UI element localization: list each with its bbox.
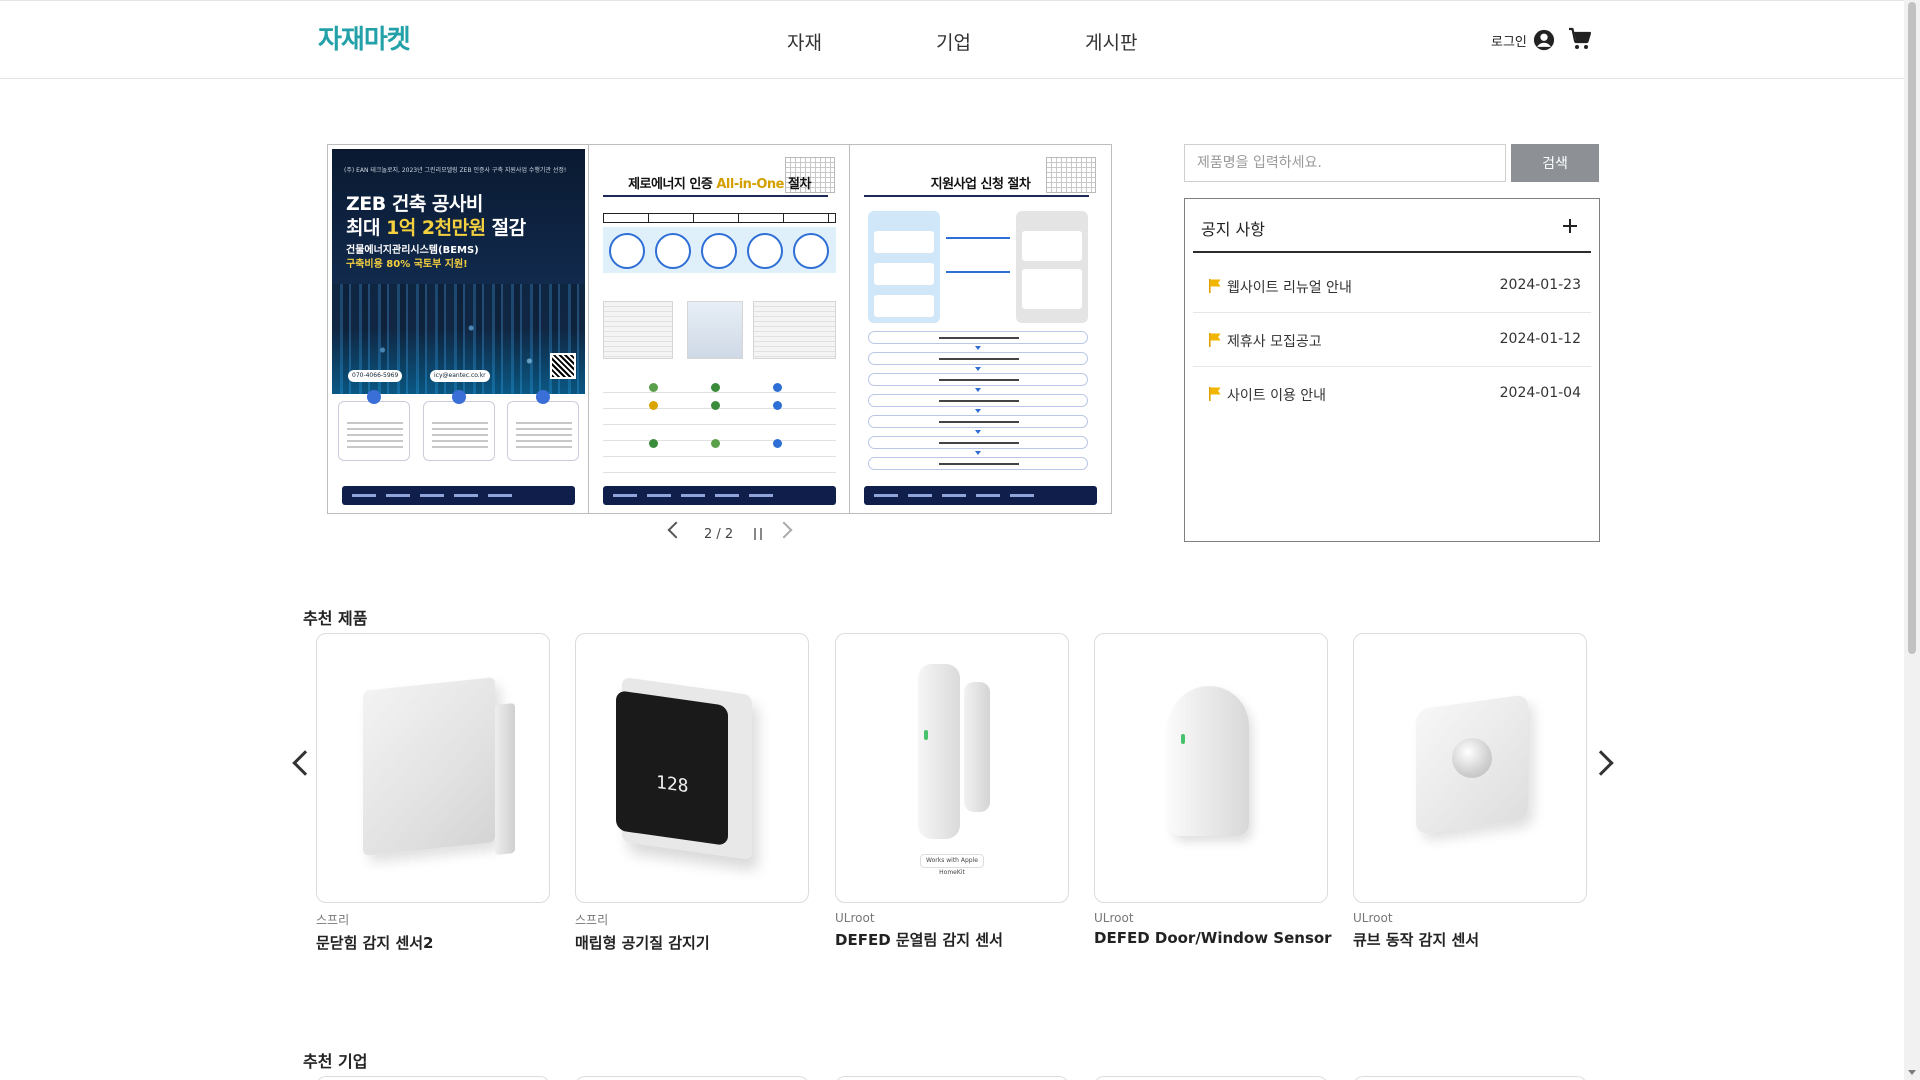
banner-poster-support-procedure[interactable]: 지원사업 신청 절차 xyxy=(850,145,1111,513)
poster-agency-box xyxy=(1016,211,1088,323)
scroll-down-arrow[interactable] xyxy=(1908,1070,1916,1075)
site-header: 자재마켓 자재 기업 게시판 로그인 xyxy=(0,0,1904,79)
product-card[interactable]: Works with Apple HomeKit ULroot DEFED 문열… xyxy=(835,633,1069,950)
product-card[interactable]: ULroot DEFED Door/Window Sensor xyxy=(1094,633,1332,947)
product-card[interactable]: 128 스프리 매립형 공기질 감지기 xyxy=(575,633,809,953)
product-image: Works with Apple HomeKit xyxy=(835,633,1069,903)
notice-panel: 공지 사항 웹사이트 리뉴얼 안내 2024-01-23 제휴사 모집공고 20… xyxy=(1184,198,1600,542)
product-image xyxy=(316,633,550,903)
banner-poster-zero-energy[interactable]: 제로에너지 인증 All-in-One 절차 xyxy=(589,145,850,513)
login-link[interactable]: 로그인 xyxy=(1491,31,1527,50)
user-circle-icon[interactable] xyxy=(1533,29,1555,51)
cart-icon[interactable] xyxy=(1568,27,1592,51)
product-card[interactable]: 스프리 문닫힘 감지 센서2 xyxy=(316,633,550,953)
page-scrollbar[interactable] xyxy=(1904,0,1920,1080)
product-image xyxy=(1094,633,1328,903)
product-name: 큐브 동작 감지 센서 xyxy=(1353,931,1480,949)
product-brand: 스프리 xyxy=(316,913,350,927)
product-name: 문닫힘 감지 센서2 xyxy=(316,934,434,952)
poster-footer-logos xyxy=(864,486,1097,505)
recommended-products-title: 추천 제품 xyxy=(303,609,368,628)
homekit-badge: Works with Apple HomeKit xyxy=(920,854,984,876)
nav-materials[interactable]: 자재 xyxy=(787,28,822,55)
poster-feature-cards xyxy=(338,390,579,461)
poster-footer-logos xyxy=(603,486,836,505)
poster-title: 지원사업 신청 절차 xyxy=(930,177,1031,192)
product-card[interactable]: ULroot 큐브 동작 감지 센서 xyxy=(1353,633,1587,950)
company-card[interactable] xyxy=(1353,1076,1587,1080)
notice-item[interactable]: 사이트 이용 안내 2024-01-04 xyxy=(1193,367,1591,421)
banner-next-button[interactable] xyxy=(775,521,793,539)
banner-carousel[interactable]: (주) EAN 테크놀로지, 2023년 그린리모델링 ZEB 인증사 구축 지… xyxy=(327,144,1112,514)
qr-code-icon xyxy=(550,353,576,379)
poster-screens xyxy=(603,301,836,361)
nav-board[interactable]: 게시판 xyxy=(1085,28,1137,55)
plus-icon[interactable] xyxy=(1563,219,1577,233)
poster-step-circles xyxy=(603,227,836,273)
poster-small-caption: (주) EAN 테크놀로지, 2023년 그린리모델링 ZEB 인증사 구축 지… xyxy=(344,167,567,174)
product-brand: 스프리 xyxy=(575,913,609,927)
poster-phone: 070-4066-5969 xyxy=(348,370,403,382)
product-brand: ULroot xyxy=(835,911,875,925)
notice-item[interactable]: 웹사이트 리뉴얼 안내 2024-01-23 xyxy=(1193,259,1591,313)
nav-companies[interactable]: 기업 xyxy=(936,28,971,55)
company-card[interactable] xyxy=(835,1076,1069,1080)
poster-sub-1: 건물에너지관리시스템(BEMS) xyxy=(346,245,479,256)
poster-email: icy@eantec.co.kr xyxy=(430,370,490,382)
company-card[interactable] xyxy=(1094,1076,1328,1080)
scrollbar-thumb[interactable] xyxy=(1908,2,1916,654)
search-button[interactable]: 검색 xyxy=(1511,144,1599,182)
flag-icon xyxy=(1209,279,1221,293)
notice-item[interactable]: 제휴사 모집공고 2024-01-12 xyxy=(1193,313,1591,367)
notice-title: 공지 사항 xyxy=(1201,220,1265,239)
poster-process-tabs xyxy=(603,213,836,223)
products-next-button[interactable] xyxy=(1588,750,1614,776)
banner-poster-zeb[interactable]: (주) EAN 테크놀로지, 2023년 그린리모델링 ZEB 인증사 구축 지… xyxy=(328,145,589,513)
product-name: DEFED 문열림 감지 센서 xyxy=(835,931,1003,949)
product-image: 128 xyxy=(575,633,809,903)
flag-icon xyxy=(1209,387,1221,401)
product-search-input[interactable] xyxy=(1184,144,1506,182)
poster-applicant-box xyxy=(868,211,940,323)
air-quality-display: 128 xyxy=(656,771,689,798)
poster-title: 제로에너지 인증 All-in-One 절차 xyxy=(628,177,811,192)
company-card[interactable] xyxy=(316,1076,550,1080)
product-brand: ULroot xyxy=(1094,911,1134,925)
site-logo[interactable]: 자재마켓 xyxy=(318,19,411,56)
recommended-companies-title: 추천 기업 xyxy=(303,1052,368,1071)
products-prev-button[interactable] xyxy=(292,750,318,776)
flag-icon xyxy=(1209,333,1221,347)
product-name: DEFED Door/Window Sensor xyxy=(1094,929,1332,947)
poster-headline-2: 최대 1억 2천만원 절감 xyxy=(346,217,526,239)
product-brand: ULroot xyxy=(1353,911,1393,925)
poster-night-city xyxy=(332,149,585,394)
banner-pause-button[interactable] xyxy=(754,528,762,540)
poster-sub-2: 구축비용 80% 국토부 지원! xyxy=(346,259,468,270)
banner-page-counter: 2 / 2 xyxy=(704,527,734,542)
product-name: 매립형 공기질 감지기 xyxy=(575,934,710,952)
company-card[interactable] xyxy=(575,1076,809,1080)
poster-footer-logos xyxy=(342,486,575,505)
product-image xyxy=(1353,633,1587,903)
poster-headline: ZEB 건축 공사비 xyxy=(346,193,483,215)
banner-prev-button[interactable] xyxy=(667,521,685,539)
poster-feature-grid xyxy=(603,377,836,475)
